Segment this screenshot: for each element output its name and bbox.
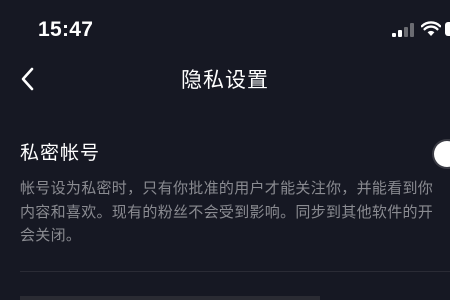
status-time: 15:47: [38, 18, 94, 41]
battery-icon: [445, 22, 450, 36]
signal-icon: [392, 23, 414, 37]
status-bar: 15:47: [0, 0, 450, 56]
private-account-row: 私密帐号: [0, 134, 450, 174]
description-line-3: 会关闭。: [20, 226, 82, 244]
section-divider: [20, 271, 450, 272]
toggle-knob: [434, 141, 450, 167]
private-account-label: 私密帐号: [20, 142, 101, 164]
page-title: 隐私设置: [181, 68, 269, 92]
nav-bar: 隐私设置: [0, 56, 450, 106]
private-account-description: 帐号设为私密时，只有你批准的用户才能关注你，并能看到你 内容和喜欢。现有的粉丝不…: [20, 177, 450, 248]
description-line-1: 帐号设为私密时，只有你批准的用户才能关注你，并能看到你: [20, 179, 434, 197]
private-account-toggle[interactable]: [432, 139, 450, 169]
next-row-partial: [20, 296, 320, 300]
description-line-2: 内容和喜欢。现有的粉丝不会受到影响。同步到其他软件的开: [20, 202, 434, 221]
wifi-icon: [421, 21, 441, 36]
